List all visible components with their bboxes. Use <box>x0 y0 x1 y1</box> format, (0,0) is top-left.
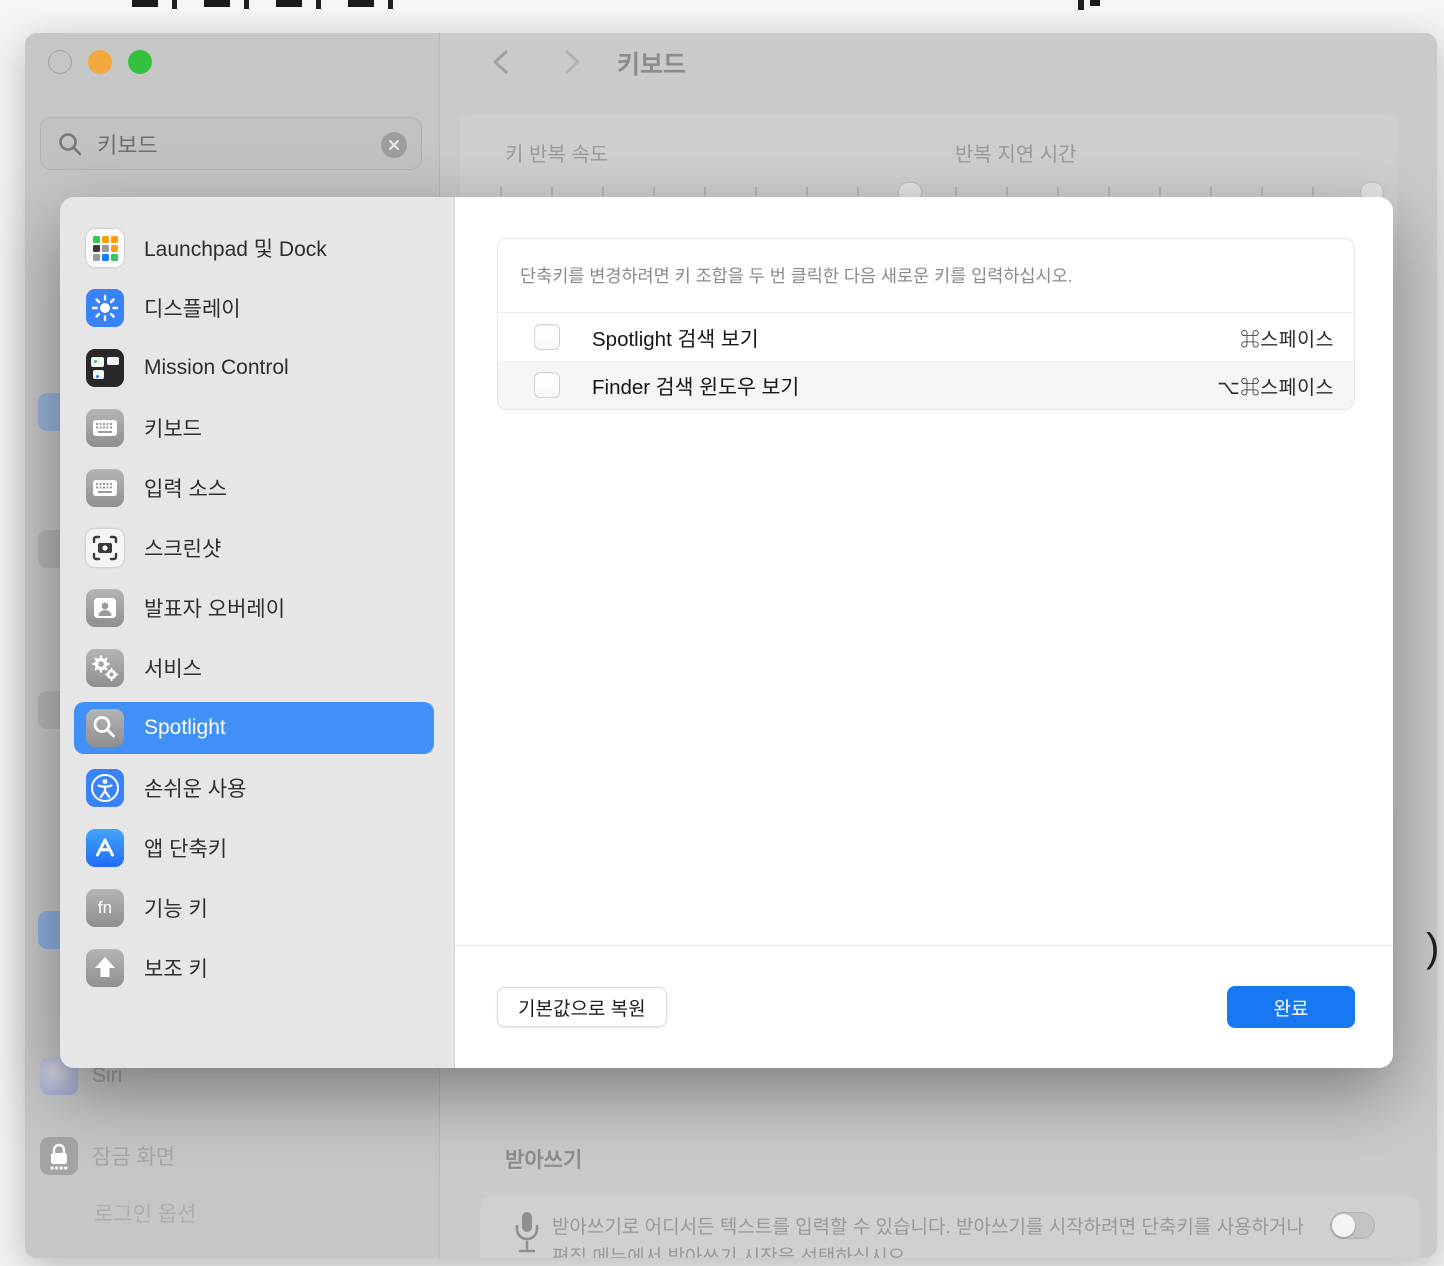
done-button[interactable]: 완료 <box>1227 986 1355 1028</box>
shortcut-checkbox[interactable] <box>534 324 560 350</box>
sidebar-item-function-keys[interactable]: fn 기능 키 <box>74 882 434 934</box>
lock-icon <box>40 1137 78 1175</box>
slider-ticks <box>955 187 1390 196</box>
sidebar-item-screenshot[interactable]: 스크린샷 <box>74 522 434 574</box>
page-title: 키보드 <box>617 45 686 81</box>
sidebar-item-label: 서비스 <box>144 653 202 683</box>
close-button[interactable] <box>48 50 72 74</box>
keyboard-shortcuts-dialog: Launchpad 및 Dock 디스플레이 <box>60 197 1393 1068</box>
display-icon <box>86 289 124 327</box>
sidebar-item-keyboard[interactable]: 키보드 <box>74 402 434 454</box>
forward-button[interactable] <box>556 47 586 77</box>
clear-search-icon[interactable] <box>381 132 407 158</box>
sidebar-item-mission-control[interactable]: Mission Control <box>74 342 434 394</box>
sidebar-item-label: 입력 소스 <box>144 473 227 503</box>
accessibility-icon <box>86 769 124 807</box>
sidebar-item-login-options[interactable]: 로그인 옵션 <box>94 1198 196 1228</box>
dictation-toggle[interactable] <box>1330 1212 1375 1239</box>
screenshot-icon <box>86 529 124 567</box>
mission-control-icon <box>86 349 124 387</box>
sidebar-item-launchpad-dock[interactable]: Launchpad 및 Dock <box>74 222 434 274</box>
dialog-footer: 기본값으로 복원 완료 <box>455 945 1393 1068</box>
shortcut-row[interactable]: Finder 검색 윈도우 보기 ⌥⌘스페이스 <box>498 361 1354 409</box>
cropped-top-text <box>0 0 1444 12</box>
shortcuts-content: 단축키를 변경하려면 키 조합을 두 번 클릭한 다음 새로운 키를 입력하십시… <box>455 197 1393 1068</box>
sidebar-item-label: Mission Control <box>144 356 289 380</box>
sidebar-item-label: 손쉬운 사용 <box>144 773 246 803</box>
sidebar-item-label: 키보드 <box>144 413 202 443</box>
dictation-heading: 받아쓰기 <box>505 1144 582 1174</box>
sidebar-item-label: 스크린샷 <box>144 533 221 563</box>
search-icon <box>57 131 83 157</box>
search-input[interactable] <box>97 131 377 157</box>
shortcuts-sidebar: Launchpad 및 Dock 디스플레이 <box>60 197 455 1068</box>
sidebar-item-app-shortcuts[interactable]: 앱 단축키 <box>74 822 434 874</box>
sidebar-item-lock-screen[interactable]: 잠금 화면 <box>40 1137 175 1175</box>
fn-key-icon: fn <box>86 889 124 927</box>
services-icon <box>86 649 124 687</box>
shortcut-row[interactable]: Spotlight 검색 보기 ⌘스페이스 <box>498 313 1354 361</box>
presenter-overlay-icon <box>86 589 124 627</box>
toggle-knob <box>1332 1214 1355 1237</box>
search-field[interactable] <box>40 117 422 170</box>
spotlight-icon <box>86 709 124 747</box>
back-button[interactable] <box>487 47 517 77</box>
sidebar-item-label: Spotlight <box>144 716 226 740</box>
shortcuts-panel: 단축키를 변경하려면 키 조합을 두 번 클릭한 다음 새로운 키를 입력하십시… <box>497 238 1355 410</box>
minimize-button[interactable] <box>88 50 112 74</box>
sidebar-item-spotlight[interactable]: Spotlight <box>74 702 434 754</box>
sidebar-item-label: 발표자 오버레이 <box>144 593 285 623</box>
dictation-description: 받아쓰기로 어디서든 텍스트를 입력할 수 있습니다. 받아쓰기를 시작하려면 … <box>552 1212 1304 1239</box>
launchpad-icon <box>86 229 124 267</box>
shortcut-label: Spotlight 검색 보기 <box>592 322 759 352</box>
cropped-right-text: ) <box>1426 926 1439 971</box>
repeat-delay-label: 반복 지연 시간 <box>955 138 1077 167</box>
sidebar-item-label: 잠금 화면 <box>92 1141 175 1171</box>
slider-ticks <box>500 187 910 196</box>
app-shortcuts-icon <box>86 829 124 867</box>
sidebar-item-label: Launchpad 및 Dock <box>144 233 327 263</box>
shortcuts-instruction: 단축키를 변경하려면 키 조합을 두 번 클릭한 다음 새로운 키를 입력하십시… <box>498 239 1354 313</box>
shortcut-keys[interactable]: ⌘스페이스 <box>1240 323 1334 352</box>
input-source-icon <box>86 469 124 507</box>
modifier-keys-icon <box>86 949 124 987</box>
sidebar-item-display[interactable]: 디스플레이 <box>74 282 434 334</box>
dictation-panel: 받아쓰기로 어디서든 텍스트를 입력할 수 있습니다. 받아쓰기를 시작하려면 … <box>480 1196 1420 1258</box>
shortcut-label: Finder 검색 윈도우 보기 <box>592 370 799 400</box>
zoom-button[interactable] <box>128 50 152 74</box>
sidebar-item-label: 보조 키 <box>144 953 208 983</box>
shortcut-keys[interactable]: ⌥⌘스페이스 <box>1217 371 1334 400</box>
keyboard-icon <box>86 409 124 447</box>
shortcut-checkbox[interactable] <box>534 372 560 398</box>
sidebar-item-label: 기능 키 <box>144 893 208 923</box>
sidebar-item-label: 디스플레이 <box>144 293 241 323</box>
sidebar-item-modifier-keys[interactable]: 보조 키 <box>74 942 434 994</box>
sidebar-item-presenter-overlay[interactable]: 발표자 오버레이 <box>74 582 434 634</box>
sidebar-item-accessibility[interactable]: 손쉬운 사용 <box>74 762 434 814</box>
sidebar-item-label: 앱 단축키 <box>144 833 227 863</box>
dictation-description: 편집 메뉴에서 받아쓰기 시작을 선택하십시오. <box>552 1242 911 1258</box>
sidebar-item-input-sources[interactable]: 입력 소스 <box>74 462 434 514</box>
sidebar-item-services[interactable]: 서비스 <box>74 642 434 694</box>
microphone-icon <box>510 1208 544 1258</box>
key-repeat-label: 키 반복 속도 <box>505 138 608 167</box>
restore-defaults-button[interactable]: 기본값으로 복원 <box>497 987 667 1027</box>
